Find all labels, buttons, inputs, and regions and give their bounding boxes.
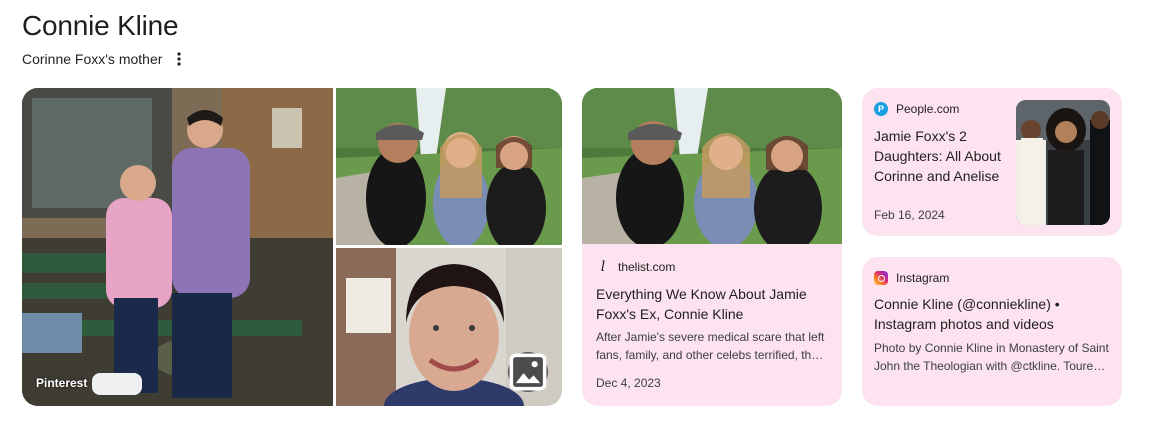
- card-snippet: After Jamie's severe medical scare that …: [596, 330, 825, 362]
- card-source: l thelist.com: [596, 259, 676, 275]
- card-source-label: People.com: [896, 102, 960, 116]
- page-title: Connie Kline: [22, 10, 179, 41]
- image-gallery: Pinterest: [22, 88, 562, 406]
- card-source-label: thelist.com: [618, 260, 676, 274]
- result-card-instagram[interactable]: Instagram Connie Kline (@conniekline) • …: [862, 257, 1122, 406]
- card-thumbnail: [582, 88, 842, 244]
- card-source-label: Instagram: [896, 271, 950, 285]
- card-source: P People.com: [874, 102, 959, 116]
- gallery-image-top-right[interactable]: [336, 88, 562, 245]
- card-date: Feb 16, 2024: [874, 208, 945, 222]
- card-title[interactable]: Jamie Foxx's 2 Daughters: All About Cori…: [874, 126, 1012, 186]
- result-card-thelist[interactable]: l thelist.com Everything We Know About J…: [582, 88, 842, 406]
- more-vert-icon[interactable]: [172, 50, 186, 68]
- subtitle-row: Corinne Foxx's mother: [22, 50, 186, 68]
- gallery-image-main[interactable]: Pinterest: [22, 88, 333, 406]
- subtitle: Corinne Foxx's mother: [22, 51, 163, 67]
- result-card-people[interactable]: P People.com Jamie Foxx's 2 Daughters: A…: [862, 88, 1122, 236]
- card-title[interactable]: Everything We Know About Jamie Foxx's Ex…: [596, 284, 826, 324]
- card-snippet: Photo by Connie Kline in Monastery of Sa…: [874, 341, 1109, 373]
- thelist-logo-icon: l: [600, 259, 606, 275]
- people-logo-icon: P: [874, 102, 888, 116]
- card-date: Dec 4, 2023: [596, 376, 661, 390]
- card-title[interactable]: Connie Kline (@conniekline) • Instagram …: [874, 294, 1110, 334]
- card-source: Instagram: [874, 271, 949, 285]
- image-source-label: Pinterest: [36, 376, 88, 390]
- card-thumbnail: [1016, 100, 1110, 225]
- gallery-image-bottom-right[interactable]: [336, 248, 562, 406]
- image-search-icon[interactable]: [508, 352, 548, 392]
- instagram-logo-icon: [874, 271, 888, 285]
